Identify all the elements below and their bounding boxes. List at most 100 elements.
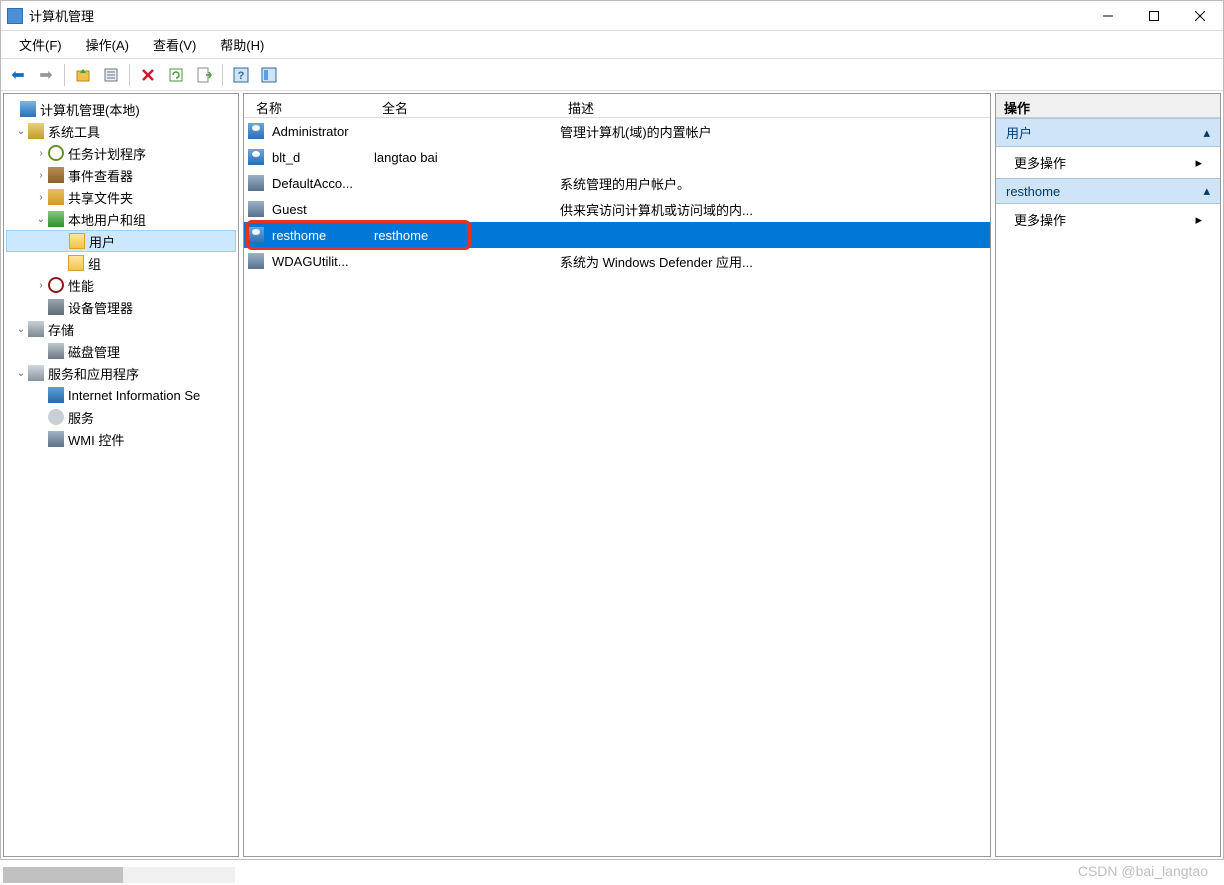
toolbar: ⬅ ➡ ?: [1, 59, 1223, 91]
forward-button[interactable]: ➡: [33, 62, 59, 88]
tree-systools[interactable]: ⌄ 系统工具: [6, 120, 236, 142]
maximize-button[interactable]: [1131, 1, 1177, 31]
tree-devicemgr[interactable]: 设备管理器: [6, 296, 236, 318]
disk-icon: [48, 343, 64, 359]
tree-label: WMI 控件: [68, 430, 124, 449]
cell-name: resthome: [268, 228, 370, 243]
window-title: 计算机管理: [29, 6, 94, 25]
menu-help[interactable]: 帮助(H): [210, 33, 274, 56]
tree-eventviewer[interactable]: › 事件查看器: [6, 164, 236, 186]
action-section-resthome[interactable]: resthome ▴: [996, 178, 1220, 204]
cell-desc: 系统为 Windows Defender 应用...: [556, 252, 990, 271]
action-item-label: 更多操作: [1014, 210, 1066, 229]
user-icon: [248, 175, 264, 191]
menu-action[interactable]: 操作(A): [76, 33, 139, 56]
tree-services[interactable]: 服务: [6, 406, 236, 428]
perf-icon: [48, 277, 64, 293]
tree-label: 存储: [48, 320, 74, 339]
close-button[interactable]: [1177, 1, 1223, 31]
action-more-1[interactable]: 更多操作 ▸: [996, 147, 1220, 178]
cell-fullname: resthome: [370, 228, 556, 243]
expander-icon[interactable]: ⌄: [14, 324, 28, 335]
expander-icon[interactable]: ⌄: [34, 214, 48, 225]
up-button[interactable]: [70, 62, 96, 88]
expander-icon[interactable]: ›: [34, 280, 48, 291]
action-section-label: 用户: [1006, 123, 1032, 142]
expander-icon[interactable]: ›: [34, 148, 48, 159]
services-icon: [28, 365, 44, 381]
svg-text:?: ?: [238, 70, 245, 82]
list-row[interactable]: WDAGUtilit... 系统为 Windows Defender 应用...: [244, 248, 990, 274]
expander-icon[interactable]: ›: [34, 192, 48, 203]
list-row-selected[interactable]: resthome resthome: [244, 222, 990, 248]
expander-icon[interactable]: ›: [34, 170, 48, 181]
menu-file[interactable]: 文件(F): [9, 33, 72, 56]
col-desc[interactable]: 描述: [556, 94, 990, 117]
tree-label: 事件查看器: [68, 166, 133, 185]
show-hide-button[interactable]: [256, 62, 282, 88]
tree-label: 用户: [89, 232, 115, 251]
tree-label: 服务: [68, 408, 94, 427]
tree-shared[interactable]: ›共享文件夹: [6, 186, 236, 208]
menu-view[interactable]: 查看(V): [143, 33, 206, 56]
tree-scrollbar[interactable]: [3, 867, 235, 883]
folder-icon: [68, 255, 84, 271]
computer-icon: [20, 101, 36, 117]
cell-desc: 系统管理的用户帐户。: [556, 174, 990, 193]
action-section-label: resthome: [1006, 184, 1060, 199]
col-name[interactable]: 名称: [244, 94, 370, 117]
user-icon: [248, 201, 264, 217]
delete-button[interactable]: [135, 62, 161, 88]
tree-iis[interactable]: Internet Information Se: [6, 384, 236, 406]
user-icon: [248, 149, 264, 165]
tree-pane[interactable]: 计算机管理(本地) ⌄ 系统工具 ›任务计划程序 › 事件查看器 ›共享文件夹 ⌄本…: [3, 93, 239, 857]
action-section-users[interactable]: 用户 ▴: [996, 118, 1220, 147]
list-body[interactable]: Administrator 管理计算机(域)的内置帐户 blt_d langta…: [244, 118, 990, 856]
wmi-icon: [48, 431, 64, 447]
storage-icon: [28, 321, 44, 337]
properties-button[interactable]: [98, 62, 124, 88]
list-row[interactable]: blt_d langtao bai: [244, 144, 990, 170]
expander-icon[interactable]: ⌄: [14, 126, 28, 137]
minimize-button[interactable]: [1085, 1, 1131, 31]
tree-diskmgmt[interactable]: 磁盘管理: [6, 340, 236, 362]
chevron-right-icon: ▸: [1195, 212, 1202, 228]
tree-label: 组: [88, 254, 101, 273]
tree-tasksched[interactable]: ›任务计划程序: [6, 142, 236, 164]
cell-name: blt_d: [268, 150, 370, 165]
tree-root[interactable]: 计算机管理(本地): [6, 98, 236, 120]
app-icon: [7, 8, 23, 24]
tree-groups[interactable]: 组: [6, 252, 236, 274]
tree-storage[interactable]: ⌄ 存储: [6, 318, 236, 340]
back-button[interactable]: ⬅: [5, 62, 31, 88]
col-fullname[interactable]: 全名: [370, 94, 556, 117]
tree-localusers[interactable]: ⌄本地用户和组: [6, 208, 236, 230]
titlebar: 计算机管理: [1, 1, 1223, 31]
share-icon: [48, 189, 64, 205]
content-area: 计算机管理(本地) ⌄ 系统工具 ›任务计划程序 › 事件查看器 ›共享文件夹 ⌄本…: [1, 91, 1223, 859]
action-pane: 操作 用户 ▴ 更多操作 ▸ resthome ▴ 更多操作 ▸: [995, 93, 1221, 857]
cell-desc: 管理计算机(域)的内置帐户: [556, 122, 990, 141]
action-more-2[interactable]: 更多操作 ▸: [996, 204, 1220, 235]
cell-fullname: langtao bai: [370, 150, 556, 165]
refresh-button[interactable]: [163, 62, 189, 88]
list-row[interactable]: Guest 供来宾访问计算机或访问域的内...: [244, 196, 990, 222]
tools-icon: [28, 123, 44, 139]
tree-perf[interactable]: ›性能: [6, 274, 236, 296]
cell-name: Administrator: [268, 124, 370, 139]
help-button[interactable]: ?: [228, 62, 254, 88]
user-icon: [248, 123, 264, 139]
export-button[interactable]: [191, 62, 217, 88]
event-icon: [48, 167, 64, 183]
list-row[interactable]: Administrator 管理计算机(域)的内置帐户: [244, 118, 990, 144]
tree-wmi[interactable]: WMI 控件: [6, 428, 236, 450]
cell-name: WDAGUtilit...: [268, 254, 370, 269]
expander-icon[interactable]: ⌄: [14, 368, 28, 379]
list-row[interactable]: DefaultAcco... 系统管理的用户帐户。: [244, 170, 990, 196]
tree-servicesapps[interactable]: ⌄服务和应用程序: [6, 362, 236, 384]
gear-icon: [48, 409, 64, 425]
tree-users[interactable]: 用户: [6, 230, 236, 252]
device-icon: [48, 299, 64, 315]
list-header: 名称 全名 描述: [244, 94, 990, 118]
tree-label: 系统工具: [48, 122, 100, 141]
